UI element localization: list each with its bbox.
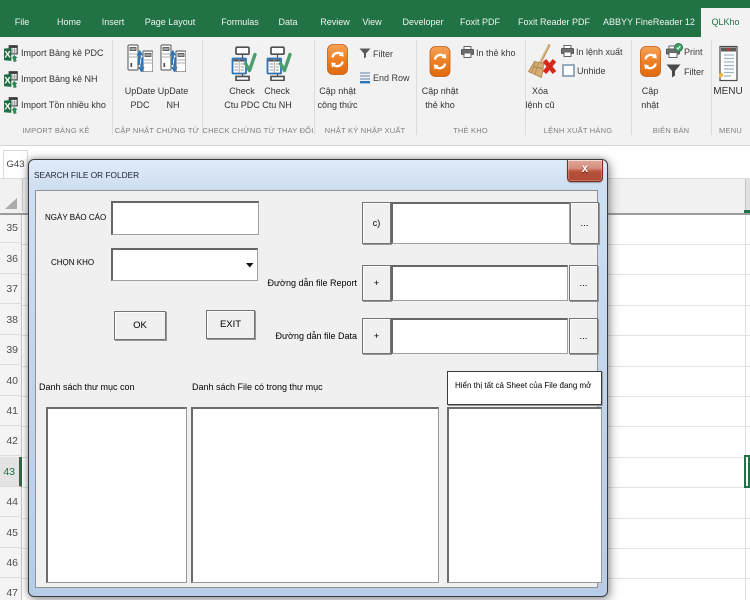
svg-text:X: X [4,76,11,87]
svg-text:X: X [4,50,11,61]
svg-text:X: X [4,102,11,113]
